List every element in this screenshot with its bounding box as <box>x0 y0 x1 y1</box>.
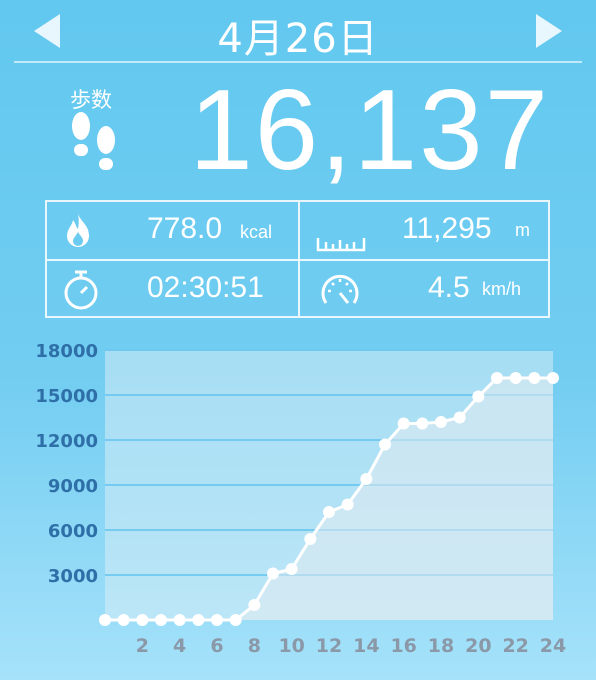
x-tick-label: 4 <box>173 635 186 657</box>
x-tick-label: 24 <box>540 635 566 657</box>
x-tick-label: 6 <box>210 635 223 657</box>
data-point <box>547 371 559 384</box>
data-point <box>379 438 391 451</box>
data-point <box>453 411 466 424</box>
data-point <box>323 506 335 518</box>
data-point <box>528 371 541 384</box>
x-tick-label: 20 <box>465 635 491 657</box>
stopwatch-icon <box>64 270 98 310</box>
y-tick-label: 6000 <box>48 521 98 542</box>
x-tick-label: 12 <box>316 635 342 657</box>
data-point <box>416 417 429 430</box>
data-point <box>472 390 485 403</box>
speed-value: 4.5 <box>428 271 470 304</box>
x-tick-label: 16 <box>390 635 416 657</box>
y-tick-label: 18000 <box>35 341 98 362</box>
distance-unit: m <box>515 220 530 240</box>
y-tick-label: 12000 <box>35 431 98 452</box>
y-tick-label: 15000 <box>35 386 98 407</box>
header-divider <box>14 61 582 63</box>
calories-cell: 778.0 kcal <box>47 202 298 259</box>
steps-count: 16,137 <box>189 67 550 194</box>
footprints-icon <box>72 112 115 170</box>
duration-cell: 02:30:51 <box>47 261 298 318</box>
data-point <box>491 371 503 384</box>
distance-cell: 11,295 m <box>300 202 550 259</box>
data-point <box>267 567 279 580</box>
data-point <box>192 614 205 626</box>
data-point <box>229 614 242 626</box>
x-tick-label: 10 <box>278 635 304 657</box>
x-tick-label: 22 <box>502 635 528 657</box>
data-point <box>99 614 111 626</box>
data-point <box>155 614 167 626</box>
x-tick-label: 2 <box>136 635 149 657</box>
speedometer-icon <box>321 274 359 304</box>
data-point <box>360 473 373 485</box>
data-point <box>397 417 410 430</box>
distance-value: 11,295 <box>402 212 492 245</box>
ruler-icon <box>316 238 366 252</box>
stats-grid: 778.0 kcal 11,295 m 02:30:51 4.5 km/h <box>45 200 550 318</box>
speed-unit: km/h <box>482 279 522 299</box>
data-point <box>341 498 354 511</box>
speed-cell: 4.5 km/h <box>300 261 550 318</box>
data-point <box>211 614 223 626</box>
duration-value: 02:30:51 <box>147 271 264 304</box>
data-point <box>285 563 298 575</box>
data-point <box>117 614 130 626</box>
data-point <box>136 614 149 626</box>
x-tick-label: 14 <box>353 635 379 657</box>
next-day-button[interactable] <box>536 14 562 48</box>
date-title: 4月26日 <box>217 16 379 62</box>
flame-icon <box>67 214 89 247</box>
date-header: 4月26日 <box>0 0 596 63</box>
data-point <box>304 533 317 545</box>
data-point <box>173 614 186 626</box>
data-point <box>248 599 261 611</box>
x-tick-label: 18 <box>428 635 454 657</box>
data-point <box>509 371 522 384</box>
data-point <box>435 416 447 428</box>
calories-value: 778.0 <box>147 212 223 245</box>
calories-unit: kcal <box>240 222 273 242</box>
x-tick-label: 8 <box>248 635 261 657</box>
steps-chart: 3000600090001200015000180002 4 6 8 10 12 14 16 1… <box>35 341 566 657</box>
y-tick-label: 9000 <box>48 476 98 497</box>
y-tick-label: 3000 <box>48 566 98 587</box>
